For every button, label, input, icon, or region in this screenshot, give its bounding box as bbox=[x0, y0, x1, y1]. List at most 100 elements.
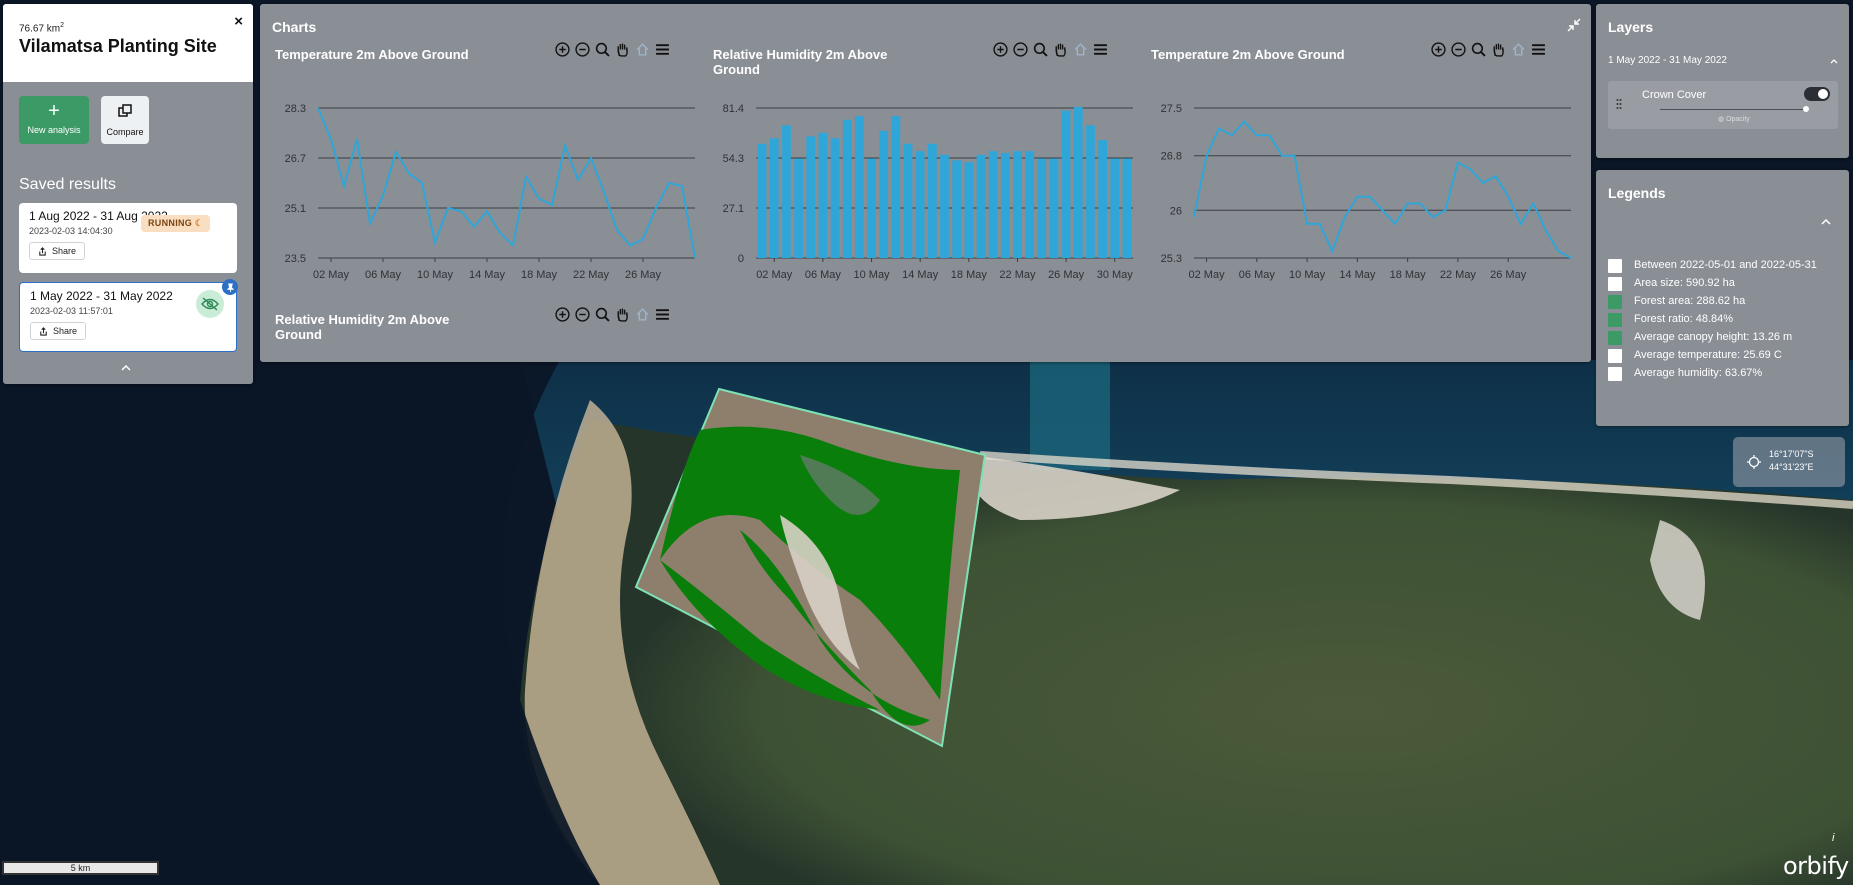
chart-title-line: Relative Humidity 2m Above bbox=[275, 312, 450, 327]
legend-text: Forest ratio: 48.84% bbox=[1634, 313, 1734, 325]
opacity-slider[interactable] bbox=[1660, 109, 1806, 110]
charts-panel-title: Charts bbox=[272, 19, 317, 35]
drag-handle-icon[interactable] bbox=[1616, 97, 1622, 115]
chart-title-line: Temperature 2m Above Ground bbox=[275, 47, 469, 62]
coordinate-text: 16°17'07"S 44°31'23"E bbox=[1769, 448, 1814, 474]
chevron-up-icon[interactable] bbox=[1821, 216, 1831, 228]
bar bbox=[976, 154, 986, 258]
eye-off-icon[interactable] bbox=[196, 290, 224, 318]
pan-hand-icon[interactable] bbox=[615, 307, 630, 327]
x-tick-label: 30 May bbox=[1097, 269, 1134, 281]
bar bbox=[769, 138, 779, 258]
x-tick-label: 10 May bbox=[1289, 269, 1326, 281]
y-tick-label: 0 bbox=[738, 253, 744, 265]
chevron-up-icon[interactable] bbox=[1830, 55, 1838, 67]
bar bbox=[757, 143, 767, 258]
chart-toolbar bbox=[1431, 42, 1546, 62]
zoom-out-icon[interactable] bbox=[575, 307, 590, 327]
bar bbox=[964, 162, 974, 258]
menu-icon[interactable] bbox=[1093, 42, 1108, 62]
bar bbox=[1086, 125, 1095, 258]
zoom-in-icon[interactable] bbox=[1431, 42, 1446, 62]
pan-hand-icon[interactable] bbox=[1491, 42, 1506, 62]
legend-swatch bbox=[1608, 295, 1622, 309]
site-area: 76.67 km2 bbox=[19, 22, 237, 34]
layer-visibility-toggle[interactable] bbox=[1804, 87, 1830, 101]
new-analysis-button[interactable]: + New analysis bbox=[19, 96, 89, 144]
close-icon[interactable]: × bbox=[234, 13, 243, 30]
layers-title: Layers bbox=[1608, 19, 1654, 35]
zoom-in-icon[interactable] bbox=[555, 42, 570, 62]
x-tick-label: 18 May bbox=[521, 269, 558, 281]
site-header: 76.67 km2 Vilamatsa Planting Site × bbox=[3, 4, 253, 82]
saved-results-heading: Saved results bbox=[19, 176, 116, 193]
layer-item-crown-cover[interactable]: Crown Cover ◍ Opacity bbox=[1608, 81, 1838, 129]
share-button[interactable]: Share bbox=[30, 322, 87, 340]
zoom-out-icon[interactable] bbox=[575, 42, 590, 62]
x-tick-label: 14 May bbox=[902, 269, 939, 281]
y-tick-label: 26 bbox=[1170, 205, 1182, 217]
layer-name: Crown Cover bbox=[1642, 89, 1707, 101]
zoom-out-icon[interactable] bbox=[1451, 42, 1466, 62]
bar bbox=[830, 138, 840, 258]
y-tick-label: 26.7 bbox=[285, 153, 306, 165]
y-tick-label: 28.3 bbox=[285, 103, 306, 115]
saved-result-card[interactable]: 1 May 2022 - 31 May 2022 2023-02-03 11:5… bbox=[19, 279, 238, 352]
latitude: 16°17'07"S bbox=[1769, 449, 1814, 459]
compare-icon bbox=[118, 104, 132, 117]
home-reset-icon[interactable] bbox=[635, 307, 650, 327]
opacity-slider-handle[interactable] bbox=[1803, 106, 1809, 112]
home-reset-icon[interactable] bbox=[1511, 42, 1526, 62]
bar bbox=[903, 143, 913, 258]
bar bbox=[927, 143, 937, 258]
compare-button[interactable]: Compare bbox=[101, 96, 149, 144]
x-tick-label: 22 May bbox=[573, 269, 610, 281]
zoom-out-icon[interactable] bbox=[1013, 42, 1028, 62]
legend-text: Forest area: 288.62 ha bbox=[1634, 295, 1746, 307]
pan-hand-icon[interactable] bbox=[1053, 42, 1068, 62]
saved-result-card[interactable]: 1 Aug 2022 - 31 Aug 2022 2023-02-03 14:0… bbox=[19, 203, 237, 273]
coordinate-readout[interactable]: 16°17'07"S 44°31'23"E bbox=[1733, 437, 1845, 487]
bar bbox=[842, 119, 852, 258]
share-icon bbox=[40, 326, 47, 336]
y-tick-label: 23.5 bbox=[285, 253, 306, 265]
y-tick-label: 27.5 bbox=[1161, 103, 1182, 115]
magnifier-icon[interactable] bbox=[1471, 42, 1486, 62]
home-reset-icon[interactable] bbox=[1073, 42, 1088, 62]
legend-text: Between 2022-05-01 and 2022-05-31 bbox=[1634, 259, 1817, 271]
x-tick-label: 18 May bbox=[1390, 269, 1427, 281]
zoom-in-icon[interactable] bbox=[555, 307, 570, 327]
home-reset-icon[interactable] bbox=[635, 42, 650, 62]
brand-logo: orbify bbox=[1783, 852, 1849, 880]
bar bbox=[867, 158, 876, 258]
zoom-in-icon[interactable] bbox=[993, 42, 1008, 62]
menu-icon[interactable] bbox=[655, 307, 670, 327]
share-button[interactable]: Share bbox=[29, 242, 86, 260]
pin-icon[interactable] bbox=[222, 279, 238, 295]
x-tick-label: 18 May bbox=[951, 269, 988, 281]
bar bbox=[854, 116, 864, 258]
collapse-chevron-icon[interactable] bbox=[121, 360, 131, 374]
status-text: RUNNING bbox=[148, 218, 193, 228]
minimize-icon[interactable] bbox=[1567, 18, 1581, 37]
bar bbox=[1000, 152, 1010, 258]
menu-icon[interactable] bbox=[1531, 42, 1546, 62]
legend-item: Forest ratio: 48.84% bbox=[1608, 312, 1844, 327]
bar bbox=[818, 132, 828, 258]
magnifier-icon[interactable] bbox=[595, 42, 610, 62]
x-tick-label: 26 May bbox=[1048, 269, 1085, 281]
pan-hand-icon[interactable] bbox=[615, 42, 630, 62]
chart-title: Relative Humidity 2m Above Ground bbox=[275, 312, 545, 342]
legend-item: Between 2022-05-01 and 2022-05-31 bbox=[1608, 258, 1844, 273]
magnifier-icon[interactable] bbox=[595, 307, 610, 327]
x-tick-label: 10 May bbox=[417, 269, 454, 281]
magnifier-icon[interactable] bbox=[1033, 42, 1048, 62]
bar bbox=[952, 160, 962, 258]
bar bbox=[806, 136, 816, 258]
menu-icon[interactable] bbox=[655, 42, 670, 62]
site-panel: 76.67 km2 Vilamatsa Planting Site × + Ne… bbox=[3, 4, 253, 384]
info-icon[interactable]: i bbox=[1832, 832, 1834, 844]
legend-text: Area size: 590.92 ha bbox=[1634, 277, 1735, 289]
x-tick-label: 22 May bbox=[1440, 269, 1477, 281]
bar bbox=[1013, 151, 1022, 258]
